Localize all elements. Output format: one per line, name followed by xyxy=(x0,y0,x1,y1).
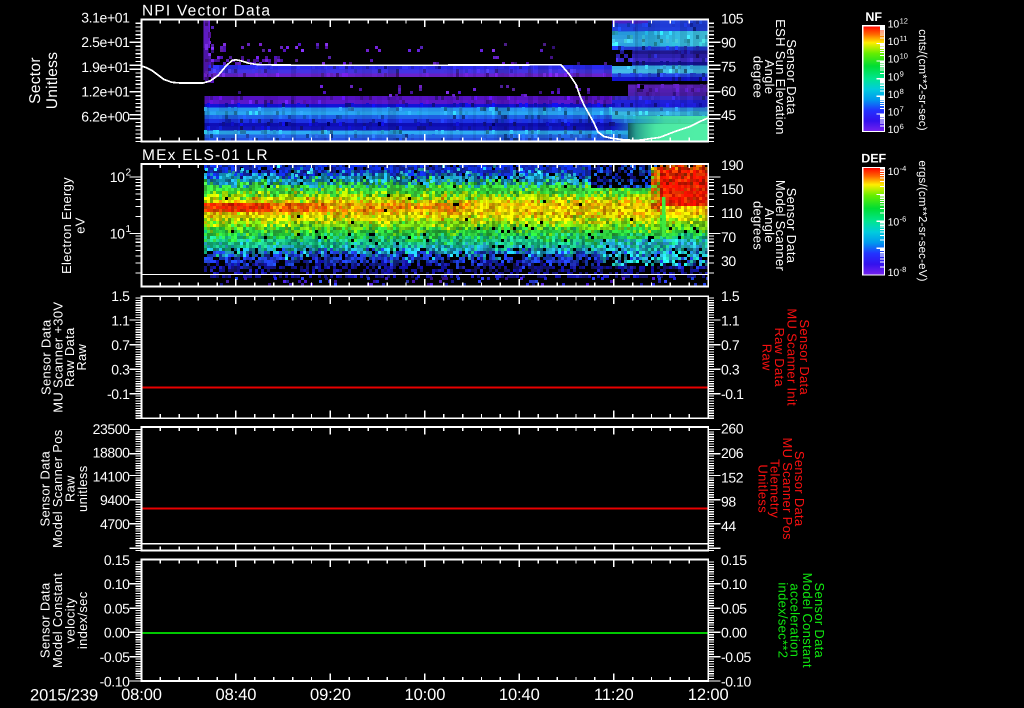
svg-text:98: 98 xyxy=(721,493,736,509)
svg-text:105: 105 xyxy=(721,10,744,26)
svg-text:14100: 14100 xyxy=(93,468,131,484)
svg-text:10: 10 xyxy=(110,169,125,185)
svg-text:12:00: 12:00 xyxy=(688,686,729,704)
svg-text:Unitless: Unitless xyxy=(44,52,61,110)
svg-text:Unitless: Unitless xyxy=(755,464,770,513)
svg-text:45: 45 xyxy=(721,107,736,123)
svg-text:150: 150 xyxy=(721,181,744,197)
svg-text:0.3: 0.3 xyxy=(111,362,130,378)
svg-text:NF: NF xyxy=(865,10,882,24)
svg-text:3.1e+01: 3.1e+01 xyxy=(81,9,130,25)
svg-text:10: 10 xyxy=(888,217,900,229)
svg-text:0.7: 0.7 xyxy=(721,337,740,353)
svg-text:1.5: 1.5 xyxy=(721,288,740,304)
svg-text:206: 206 xyxy=(721,445,744,461)
svg-text:0.3: 0.3 xyxy=(721,362,740,378)
svg-text:-6: -6 xyxy=(900,215,907,224)
svg-text:23500: 23500 xyxy=(93,421,131,437)
svg-text:0.15: 0.15 xyxy=(104,552,130,568)
svg-text:0.15: 0.15 xyxy=(721,552,747,568)
svg-text:0.10: 0.10 xyxy=(104,576,130,592)
svg-text:10: 10 xyxy=(888,124,900,136)
svg-text:cnts/(cm**2-sr-sec): cnts/(cm**2-sr-sec) xyxy=(916,29,928,131)
svg-text:110: 110 xyxy=(721,205,743,221)
svg-text:-8: -8 xyxy=(900,265,907,274)
svg-text:ergs/(cm**2-sr-sec-eV): ergs/(cm**2-sr-sec-eV) xyxy=(916,160,928,281)
svg-text:0.7: 0.7 xyxy=(111,337,130,353)
svg-text:9: 9 xyxy=(900,69,904,78)
svg-text:-0.1: -0.1 xyxy=(721,386,744,402)
svg-text:Raw: Raw xyxy=(760,344,775,371)
svg-text:2015/239: 2015/239 xyxy=(30,687,98,705)
svg-text:6: 6 xyxy=(900,122,904,131)
svg-text:index/sec: index/sec xyxy=(75,591,90,649)
svg-text:2.5e+01: 2.5e+01 xyxy=(81,34,130,50)
svg-text:unitless: unitless xyxy=(75,465,90,512)
svg-text:1.9e+01: 1.9e+01 xyxy=(81,59,130,75)
svg-text:10: 10 xyxy=(888,36,900,48)
svg-text:60: 60 xyxy=(721,83,736,99)
svg-text:-0.05: -0.05 xyxy=(721,649,752,665)
svg-text:10: 10 xyxy=(888,54,900,66)
svg-text:08:00: 08:00 xyxy=(121,686,162,704)
svg-text:eV: eV xyxy=(72,217,87,234)
svg-text:9400: 9400 xyxy=(100,492,130,508)
svg-text:10: 10 xyxy=(888,267,900,279)
svg-text:70: 70 xyxy=(721,229,736,245)
svg-text:7: 7 xyxy=(900,105,904,114)
svg-text:10: 10 xyxy=(888,71,900,83)
svg-text:0.00: 0.00 xyxy=(104,625,130,641)
svg-text:12: 12 xyxy=(900,17,908,26)
svg-text:index/sec**2: index/sec**2 xyxy=(775,582,790,658)
svg-text:6.2e+00: 6.2e+00 xyxy=(81,109,130,125)
svg-text:1.1: 1.1 xyxy=(111,313,130,329)
svg-text:-0.1: -0.1 xyxy=(107,386,130,402)
svg-text:152: 152 xyxy=(721,469,744,485)
svg-text:75: 75 xyxy=(721,58,736,74)
svg-text:-4: -4 xyxy=(900,164,907,173)
svg-text:10: 10 xyxy=(888,166,900,178)
svg-text:90: 90 xyxy=(721,34,736,50)
svg-text:4700: 4700 xyxy=(100,516,130,532)
svg-text:0.05: 0.05 xyxy=(721,600,747,616)
svg-text:8: 8 xyxy=(900,87,904,96)
svg-text:10: 10 xyxy=(110,225,125,241)
svg-text:10:40: 10:40 xyxy=(499,686,540,704)
svg-text:Raw: Raw xyxy=(74,343,89,370)
svg-text:10: 10 xyxy=(888,19,900,31)
svg-text:190: 190 xyxy=(721,157,744,173)
svg-text:10: 10 xyxy=(900,52,908,61)
svg-text:NPI Vector Data: NPI Vector Data xyxy=(142,3,271,20)
svg-text:DEF: DEF xyxy=(861,152,886,166)
svg-text:44: 44 xyxy=(721,518,736,534)
svg-text:10:00: 10:00 xyxy=(405,686,446,704)
svg-text:1: 1 xyxy=(126,224,132,235)
svg-text:10: 10 xyxy=(888,107,900,119)
svg-text:Sector: Sector xyxy=(27,57,44,104)
svg-text:degrees: degrees xyxy=(751,201,766,250)
svg-text:09:20: 09:20 xyxy=(310,686,351,704)
svg-text:10: 10 xyxy=(888,89,900,101)
svg-text:11: 11 xyxy=(900,34,908,43)
svg-text:0.00: 0.00 xyxy=(721,625,747,641)
svg-text:-0.05: -0.05 xyxy=(100,649,131,665)
svg-text:1.5: 1.5 xyxy=(111,288,130,304)
svg-text:2: 2 xyxy=(126,168,132,179)
svg-text:11:20: 11:20 xyxy=(594,686,634,704)
svg-text:18800: 18800 xyxy=(93,445,131,461)
svg-text:0.05: 0.05 xyxy=(104,600,130,616)
svg-text:1.2e+01: 1.2e+01 xyxy=(81,84,130,100)
svg-text:1.1: 1.1 xyxy=(721,313,740,329)
svg-text:MEx ELS-01 LR: MEx ELS-01 LR xyxy=(142,147,269,164)
svg-text:30: 30 xyxy=(721,253,736,269)
svg-text:260: 260 xyxy=(721,420,744,436)
svg-text:degree: degree xyxy=(751,56,766,98)
svg-text:0.10: 0.10 xyxy=(721,576,747,592)
svg-text:08:40: 08:40 xyxy=(216,686,257,704)
